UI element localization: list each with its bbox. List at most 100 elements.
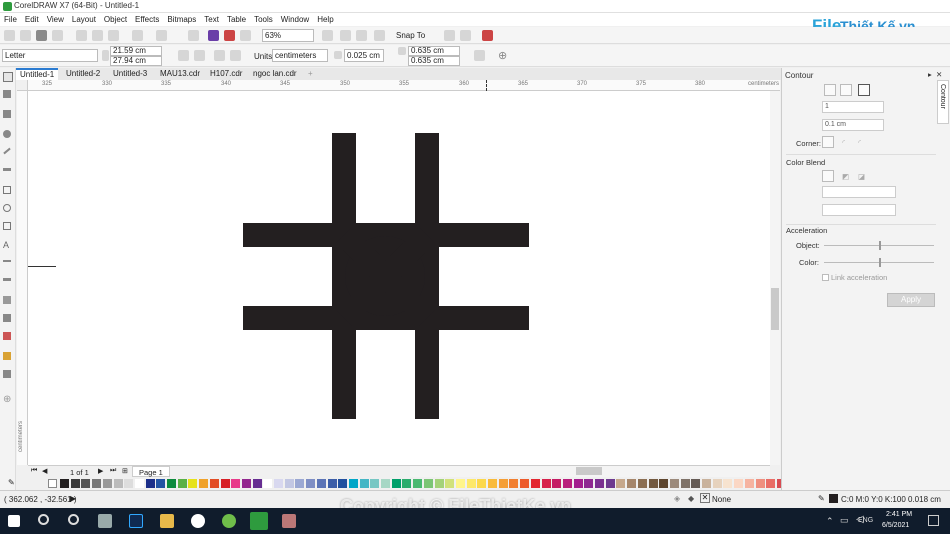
add-page-icon[interactable]: ⊞ [122,467,128,475]
color-swatch[interactable] [552,479,562,488]
no-fill-icon[interactable]: ✕ [700,493,710,503]
duplicate-y-field[interactable]: 0.635 cm [408,56,460,66]
color-swatch[interactable] [455,479,465,488]
color-slider-knob[interactable] [879,258,881,267]
color-swatch[interactable] [648,479,658,488]
color-swatch[interactable] [402,479,412,488]
color-swatch[interactable] [680,479,690,488]
menu-tools[interactable]: Tools [254,13,273,26]
publish-pdf-icon[interactable] [240,30,251,41]
file-explorer-icon[interactable] [160,514,174,528]
snap-to-dropdown[interactable]: Snap To [396,31,425,40]
color-swatch[interactable] [167,479,176,488]
color-swatch[interactable] [723,479,733,488]
color-swatch[interactable] [659,479,669,488]
show-rulers-icon[interactable] [340,30,351,41]
menu-window[interactable]: Window [281,13,309,26]
portrait-icon[interactable] [178,50,189,61]
steps-field[interactable]: 1 [822,101,884,113]
color-swatch[interactable] [498,479,508,488]
color-swatch[interactable] [316,479,326,488]
prev-page-icon[interactable]: ◀ [42,467,47,475]
landscape-icon[interactable] [194,50,205,61]
full-screen-icon[interactable] [322,30,333,41]
corner-mitered-icon[interactable] [822,136,834,148]
task-view-icon[interactable] [68,514,79,525]
menu-object[interactable]: Object [104,13,127,26]
zoom-tool-icon[interactable] [3,130,11,138]
color-swatch[interactable] [637,479,647,488]
show-guidelines-icon[interactable] [374,30,385,41]
color-swatch[interactable] [509,479,519,488]
color-swatch[interactable] [220,479,230,488]
redo-icon[interactable] [156,30,167,41]
docker-menu-icon[interactable]: ▸ [928,70,932,79]
app-icon[interactable] [282,514,296,528]
color-swatch[interactable] [209,479,219,488]
to-center-icon[interactable] [824,84,836,96]
page-width-field[interactable]: 21.59 cm [110,46,162,56]
menu-file[interactable]: File [4,13,17,26]
no-color-swatch[interactable] [48,479,57,488]
color-swatch[interactable] [434,479,444,488]
parallel-dimension-icon[interactable] [3,260,11,262]
copy-icon[interactable] [92,30,103,41]
all-pages-icon[interactable] [214,50,225,61]
color-swatch[interactable] [584,479,594,488]
play-icon[interactable]: ▶ [70,494,76,503]
interactive-fill-icon[interactable] [3,352,11,360]
notifications-icon[interactable] [928,515,939,526]
save-icon[interactable] [36,30,47,41]
pick-tool-icon[interactable] [3,72,13,82]
color-swatch[interactable] [530,479,540,488]
undo-icon[interactable] [132,30,143,41]
ellipse-tool-icon[interactable] [3,204,11,212]
search-content-icon[interactable] [188,30,199,41]
application-launcher-icon[interactable] [482,30,493,41]
duplicate-x-field[interactable]: 0.635 cm [408,46,460,56]
inside-icon[interactable] [840,84,852,96]
color-swatch[interactable] [712,479,722,488]
color-swatch[interactable] [605,479,615,488]
color-swatch[interactable] [92,479,102,488]
color-swatch[interactable] [252,479,262,488]
windows-start-icon[interactable] [8,515,20,527]
color-swatch[interactable] [573,479,583,488]
menu-effects[interactable]: Effects [135,13,159,26]
linear-blend-icon[interactable] [822,170,834,182]
search-icon[interactable] [38,514,49,525]
next-page-icon[interactable]: ▶ [98,467,103,475]
color-swatch[interactable] [124,479,134,488]
color-swatch[interactable] [263,479,273,488]
current-page-icon[interactable] [230,50,241,61]
zoom-select[interactable]: 63% [262,29,314,42]
color-swatch[interactable] [60,479,69,488]
color-swatch[interactable] [188,479,198,488]
page-height-field[interactable]: 27.94 cm [110,56,162,66]
color-swatch[interactable] [284,479,294,488]
color-swatch[interactable] [702,479,711,488]
drop-shadow-icon[interactable] [3,296,11,304]
menu-bitmaps[interactable]: Bitmaps [167,13,196,26]
page-size-select[interactable]: Letter [2,49,98,62]
menu-layout[interactable]: Layout [72,13,96,26]
counterclockwise-blend-icon[interactable]: ◪ [858,172,865,181]
horizontal-scroll-thumb[interactable] [576,467,602,475]
vertical-scrollbar[interactable] [770,91,780,465]
rectangle-tool-icon[interactable] [3,186,11,194]
ruler-origin[interactable] [17,80,28,91]
apply-button[interactable]: Apply [887,293,935,307]
corner-round-icon[interactable]: ◜ [842,138,845,147]
smart-fill-icon[interactable] [3,370,11,378]
color-swatch[interactable] [70,479,80,488]
clockwise-blend-icon[interactable]: ◩ [842,172,849,181]
clock-date[interactable]: 6/5/2021 [882,522,909,529]
color-eyedropper-icon[interactable] [3,332,11,340]
tab-untitled-3[interactable]: Untitled-3 [109,68,151,80]
outline-color-field[interactable] [822,186,896,198]
welcome-screen-icon[interactable] [444,30,455,41]
new-icon[interactable] [4,30,15,41]
color-swatch[interactable] [488,479,497,488]
tab-mau13[interactable]: MAU13.cdr [156,68,204,80]
crop-tool-icon[interactable] [3,110,11,118]
